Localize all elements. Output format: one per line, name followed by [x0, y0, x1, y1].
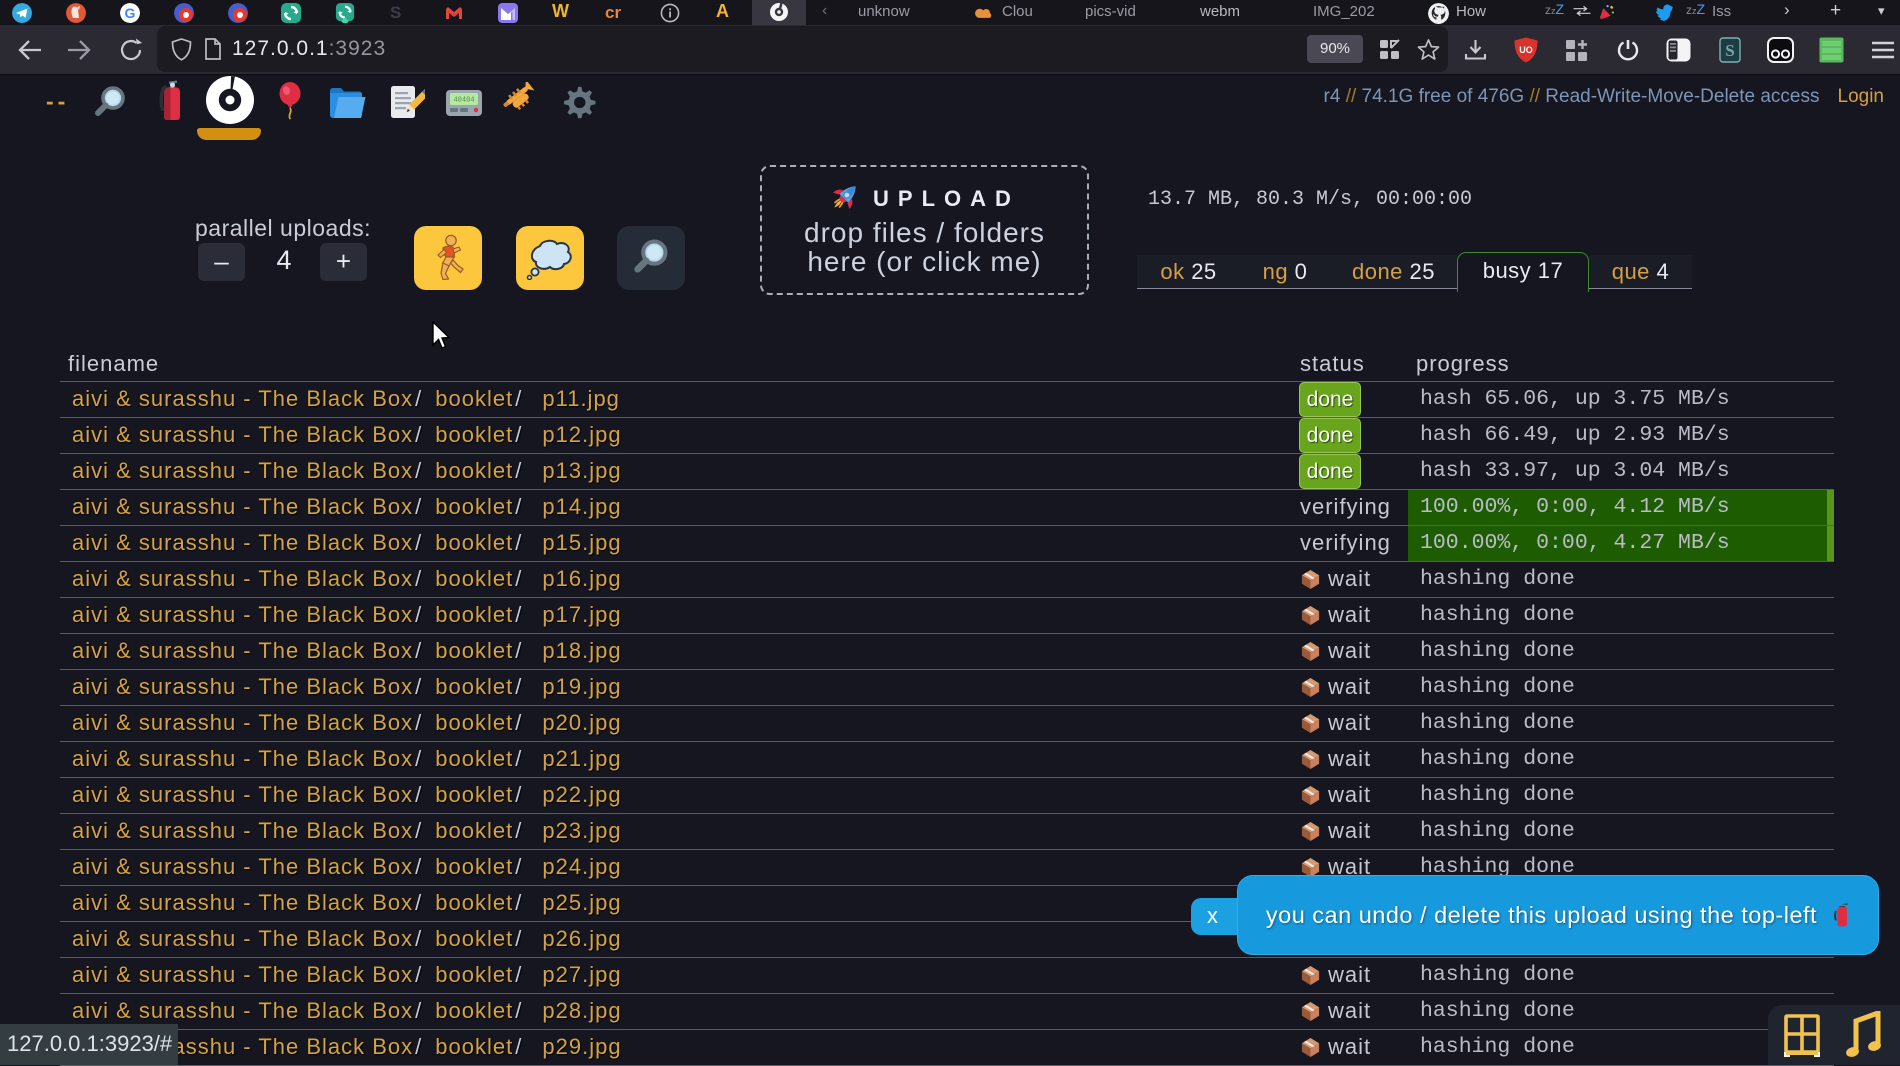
svg-text:UO: UO [1519, 45, 1533, 55]
svg-text:S: S [1725, 41, 1734, 60]
svg-text:G: G [125, 5, 136, 21]
svg-text:40404: 40404 [453, 97, 474, 105]
